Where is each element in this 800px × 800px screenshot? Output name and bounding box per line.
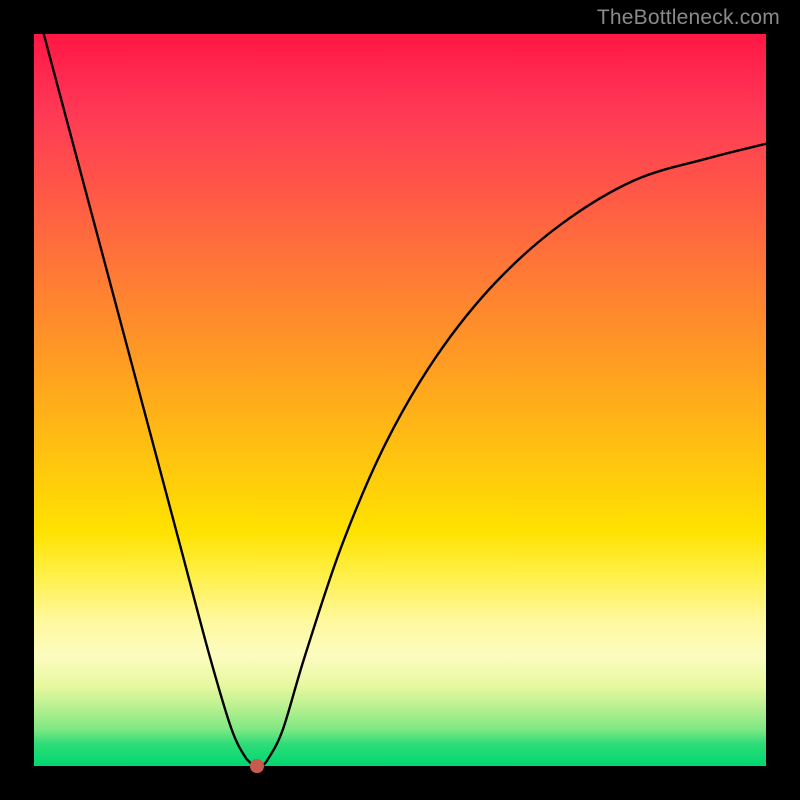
bottleneck-curve <box>34 34 766 766</box>
watermark-text: TheBottleneck.com <box>597 6 780 30</box>
plot-area <box>34 34 766 766</box>
minimum-marker-icon <box>250 759 264 773</box>
chart-frame: TheBottleneck.com <box>0 0 800 800</box>
